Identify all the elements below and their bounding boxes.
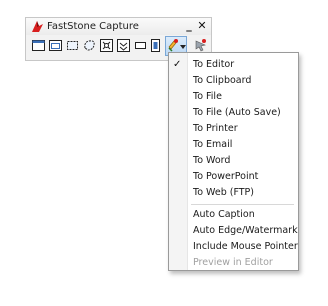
- minimize-button[interactable]: _: [183, 19, 195, 33]
- capture-full-screen-button[interactable]: [99, 38, 114, 53]
- settings-icon: [195, 39, 206, 52]
- scrolling-window-icon: [117, 39, 130, 52]
- menu-item-label: Include Mouse Pointer: [193, 241, 298, 252]
- menu-item-label: To Clipboard: [193, 75, 252, 86]
- menu-item-to-powerpoint[interactable]: To PowerPoint: [169, 169, 298, 185]
- menu-item-auto-caption[interactable]: Auto Caption: [169, 207, 298, 223]
- menu-item-include-mouse-pointer[interactable]: Include Mouse Pointer: [169, 239, 298, 255]
- menu-item-label: To Email: [193, 139, 233, 150]
- menu-item-label: Preview in Editor: [193, 257, 273, 268]
- menu-item-label: Auto Caption: [193, 209, 255, 220]
- output-dropdown-menu: ✓ To Editor To Clipboard To File To File…: [168, 52, 299, 271]
- menu-item-to-file-auto-save[interactable]: To File (Auto Save): [169, 105, 298, 121]
- menu-item-to-file[interactable]: To File: [169, 89, 298, 105]
- close-button[interactable]: ✕: [196, 19, 208, 33]
- window-title: FastStone Capture: [47, 21, 139, 32]
- screen-recorder-button[interactable]: [148, 38, 163, 53]
- titlebar[interactable]: FastStone Capture _ ✕: [26, 18, 211, 35]
- settings-button[interactable]: [193, 38, 208, 53]
- active-window-icon: [32, 40, 45, 51]
- menu-item-label: Auto Edge/Watermark: [193, 225, 298, 236]
- menu-item-label: To File: [193, 91, 222, 102]
- window-object-icon: [49, 40, 62, 51]
- capture-rectangular-region-button[interactable]: [65, 38, 80, 53]
- menu-item-to-editor[interactable]: ✓ To Editor: [169, 57, 298, 73]
- capture-fixed-region-button[interactable]: [133, 38, 148, 53]
- menu-item-label: To PowerPoint: [193, 171, 259, 182]
- freehand-region-icon: [84, 40, 95, 51]
- menu-item-to-word[interactable]: To Word: [169, 153, 298, 169]
- menu-item-label: To Web (FTP): [193, 187, 254, 198]
- menu-item-to-web-ftp[interactable]: To Web (FTP): [169, 185, 298, 201]
- menu-item-label: To File (Auto Save): [193, 107, 281, 118]
- menu-separator: [191, 204, 294, 205]
- faststone-logo-icon: [32, 21, 43, 32]
- capture-scrolling-window-button[interactable]: [116, 38, 131, 53]
- check-mark-icon: ✓: [173, 59, 182, 70]
- fixed-region-icon: [135, 42, 146, 49]
- menu-item-label: To Word: [193, 155, 231, 166]
- menu-item-auto-edge-watermark[interactable]: Auto Edge/Watermark: [169, 223, 298, 239]
- chevron-down-icon: [180, 45, 186, 49]
- menu-item-to-clipboard[interactable]: To Clipboard: [169, 73, 298, 89]
- menu-item-preview-in-editor: Preview in Editor: [169, 255, 298, 271]
- capture-window-object-button[interactable]: [48, 38, 63, 53]
- rectangle-region-icon: [67, 41, 78, 50]
- capture-freehand-region-button[interactable]: [82, 38, 97, 53]
- full-screen-icon: [100, 39, 113, 52]
- menu-item-to-email[interactable]: To Email: [169, 137, 298, 153]
- menu-item-label: To Printer: [193, 123, 238, 134]
- menu-item-to-printer[interactable]: To Printer: [169, 121, 298, 137]
- capture-active-window-button[interactable]: [31, 38, 46, 53]
- film-strip-icon: [151, 39, 160, 52]
- menu-item-label: To Editor: [193, 59, 235, 70]
